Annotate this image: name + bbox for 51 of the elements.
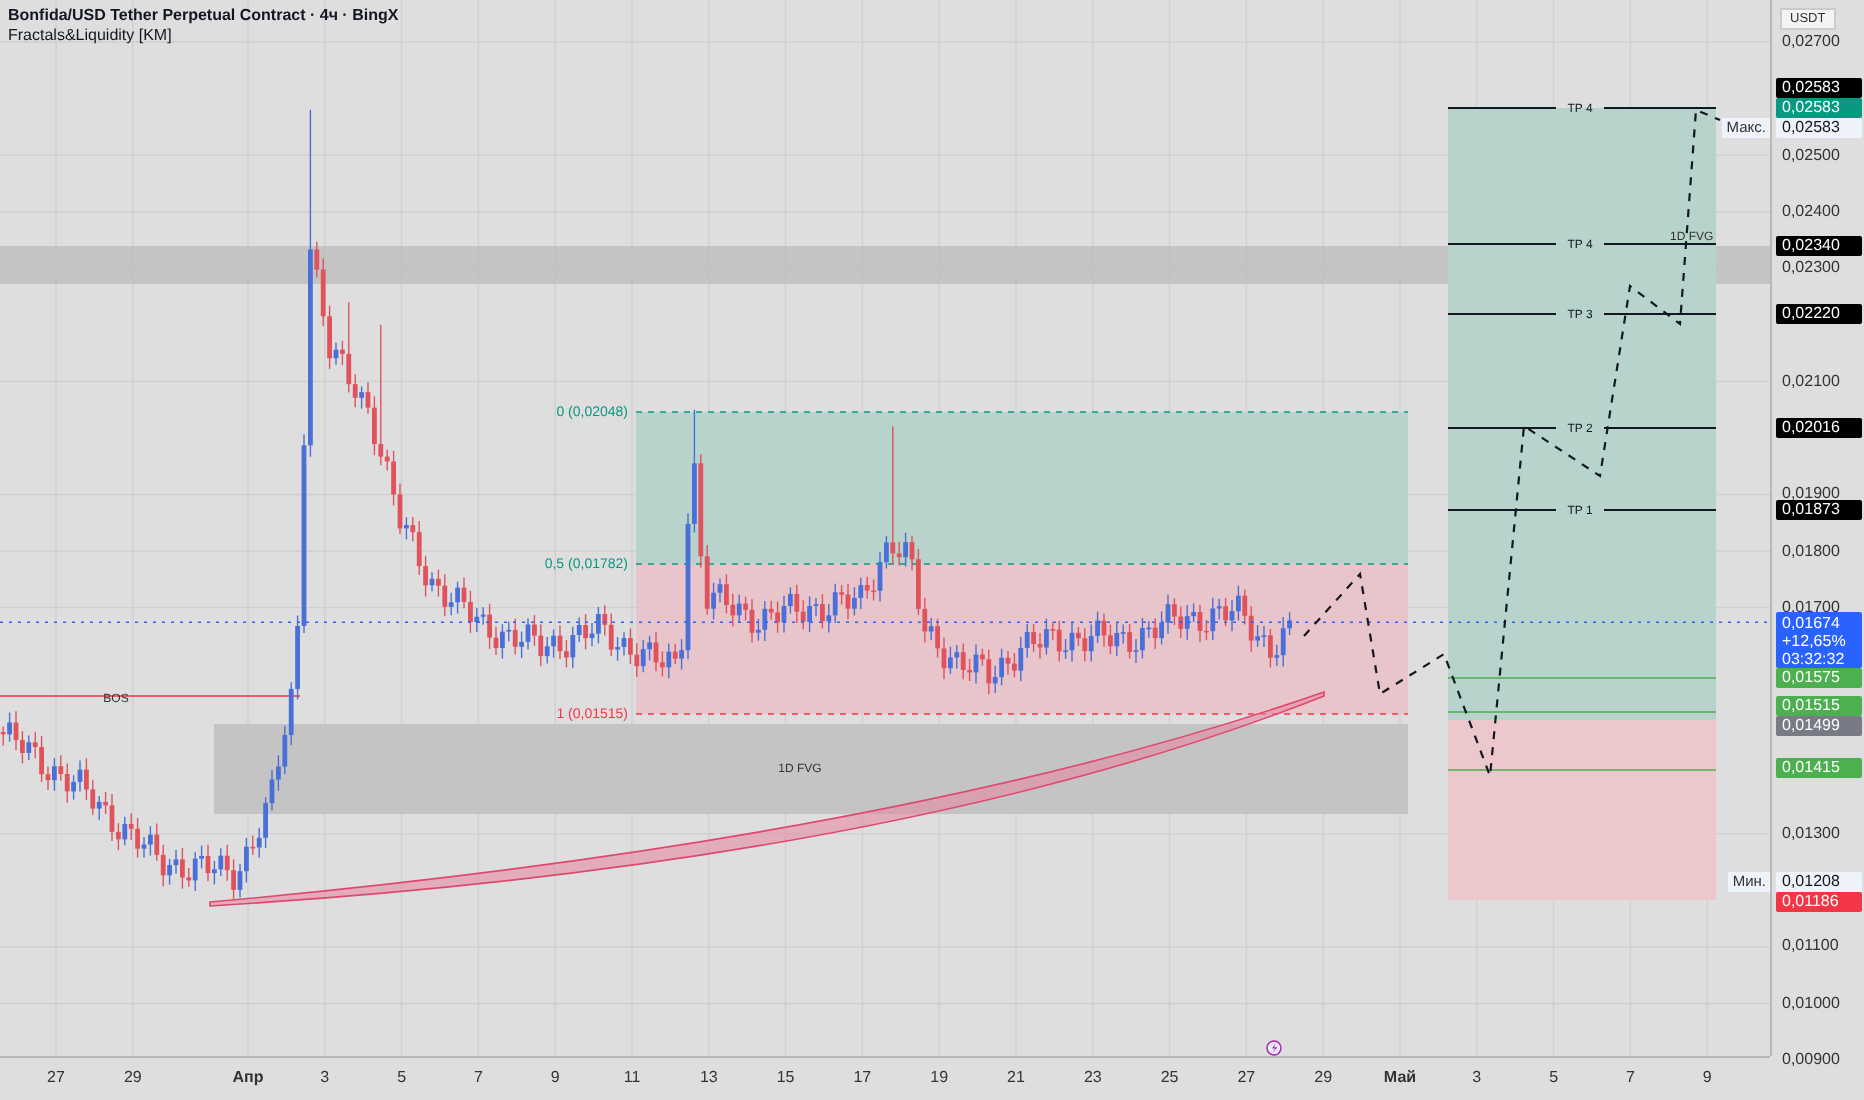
price-tick: 0,01800 bbox=[1782, 541, 1840, 562]
date-label: 17 bbox=[853, 1068, 872, 1086]
date-label: 7 bbox=[1625, 1068, 1635, 1086]
chart-title: Bonfida/USD Tether Perpetual Contract · 4ч · BingX bbox=[8, 6, 399, 24]
price-badge: 0,02340 bbox=[1776, 235, 1862, 256]
price-badge: 0,02583 bbox=[1776, 98, 1862, 119]
price-badge: 0,02583 bbox=[1776, 78, 1862, 99]
date-label: 9 bbox=[550, 1068, 560, 1086]
price-badge: 0,02220 bbox=[1776, 303, 1862, 324]
price-tick: 0,02500 bbox=[1782, 145, 1840, 166]
date-label: 23 bbox=[1083, 1068, 1102, 1086]
date-label: 13 bbox=[699, 1068, 718, 1086]
price-badge: 0,02583 bbox=[1776, 118, 1862, 139]
date-label: 15 bbox=[776, 1068, 795, 1086]
price-badge: 0,01415 bbox=[1776, 758, 1862, 779]
price-tick: 0,02300 bbox=[1782, 258, 1840, 279]
price-badge: 0,01515 bbox=[1776, 696, 1862, 717]
date-label: 21 bbox=[1007, 1068, 1025, 1086]
date-label: 25 bbox=[1160, 1068, 1179, 1086]
date-label: 3 bbox=[1472, 1068, 1482, 1086]
date-label: 27 bbox=[47, 1068, 65, 1086]
date-label: 29 bbox=[123, 1068, 142, 1086]
indicator-label: Fractals&Liquidity [KM] bbox=[8, 26, 174, 44]
price-tick: 0,01700 bbox=[1782, 597, 1840, 616]
price-badge: 0,01208 bbox=[1776, 872, 1862, 893]
price-tick: 0,01100 bbox=[1782, 936, 1839, 957]
date-label: 27 bbox=[1237, 1068, 1256, 1086]
current-price-badge: 0,01674 +12,65% 03:32:32 bbox=[1776, 612, 1862, 669]
lightning-icon bbox=[1266, 1040, 1282, 1056]
price-tick: 0,02100 bbox=[1782, 371, 1840, 392]
price-badge: 0,01499 bbox=[1776, 716, 1862, 737]
price-tick: 0,00900 bbox=[1782, 1050, 1840, 1071]
date-label: 11 bbox=[623, 1068, 641, 1086]
date-label: Апр bbox=[232, 1068, 264, 1086]
date-label: 19 bbox=[930, 1068, 949, 1086]
date-label: Май bbox=[1383, 1068, 1417, 1086]
price-tick: 0,01900 bbox=[1782, 484, 1840, 503]
price-badge: 0,02016 bbox=[1776, 418, 1862, 439]
date-label: 5 bbox=[1549, 1068, 1559, 1086]
price-tick: 0,02700 bbox=[1782, 32, 1840, 52]
price-tick: 0,02400 bbox=[1782, 201, 1840, 222]
date-label: 5 bbox=[397, 1068, 407, 1086]
price-tick: 0,01300 bbox=[1782, 823, 1840, 844]
price-badge: 0,01575 bbox=[1776, 668, 1862, 689]
date-label: 9 bbox=[1702, 1068, 1712, 1086]
date-label: 7 bbox=[473, 1068, 483, 1086]
date-label: 3 bbox=[320, 1068, 330, 1086]
date-label: 29 bbox=[1314, 1068, 1333, 1086]
price-badge: 0,01186 bbox=[1776, 892, 1862, 913]
price-tick: 0,01000 bbox=[1782, 993, 1840, 1014]
price-badge: 0,01873 bbox=[1776, 499, 1862, 520]
